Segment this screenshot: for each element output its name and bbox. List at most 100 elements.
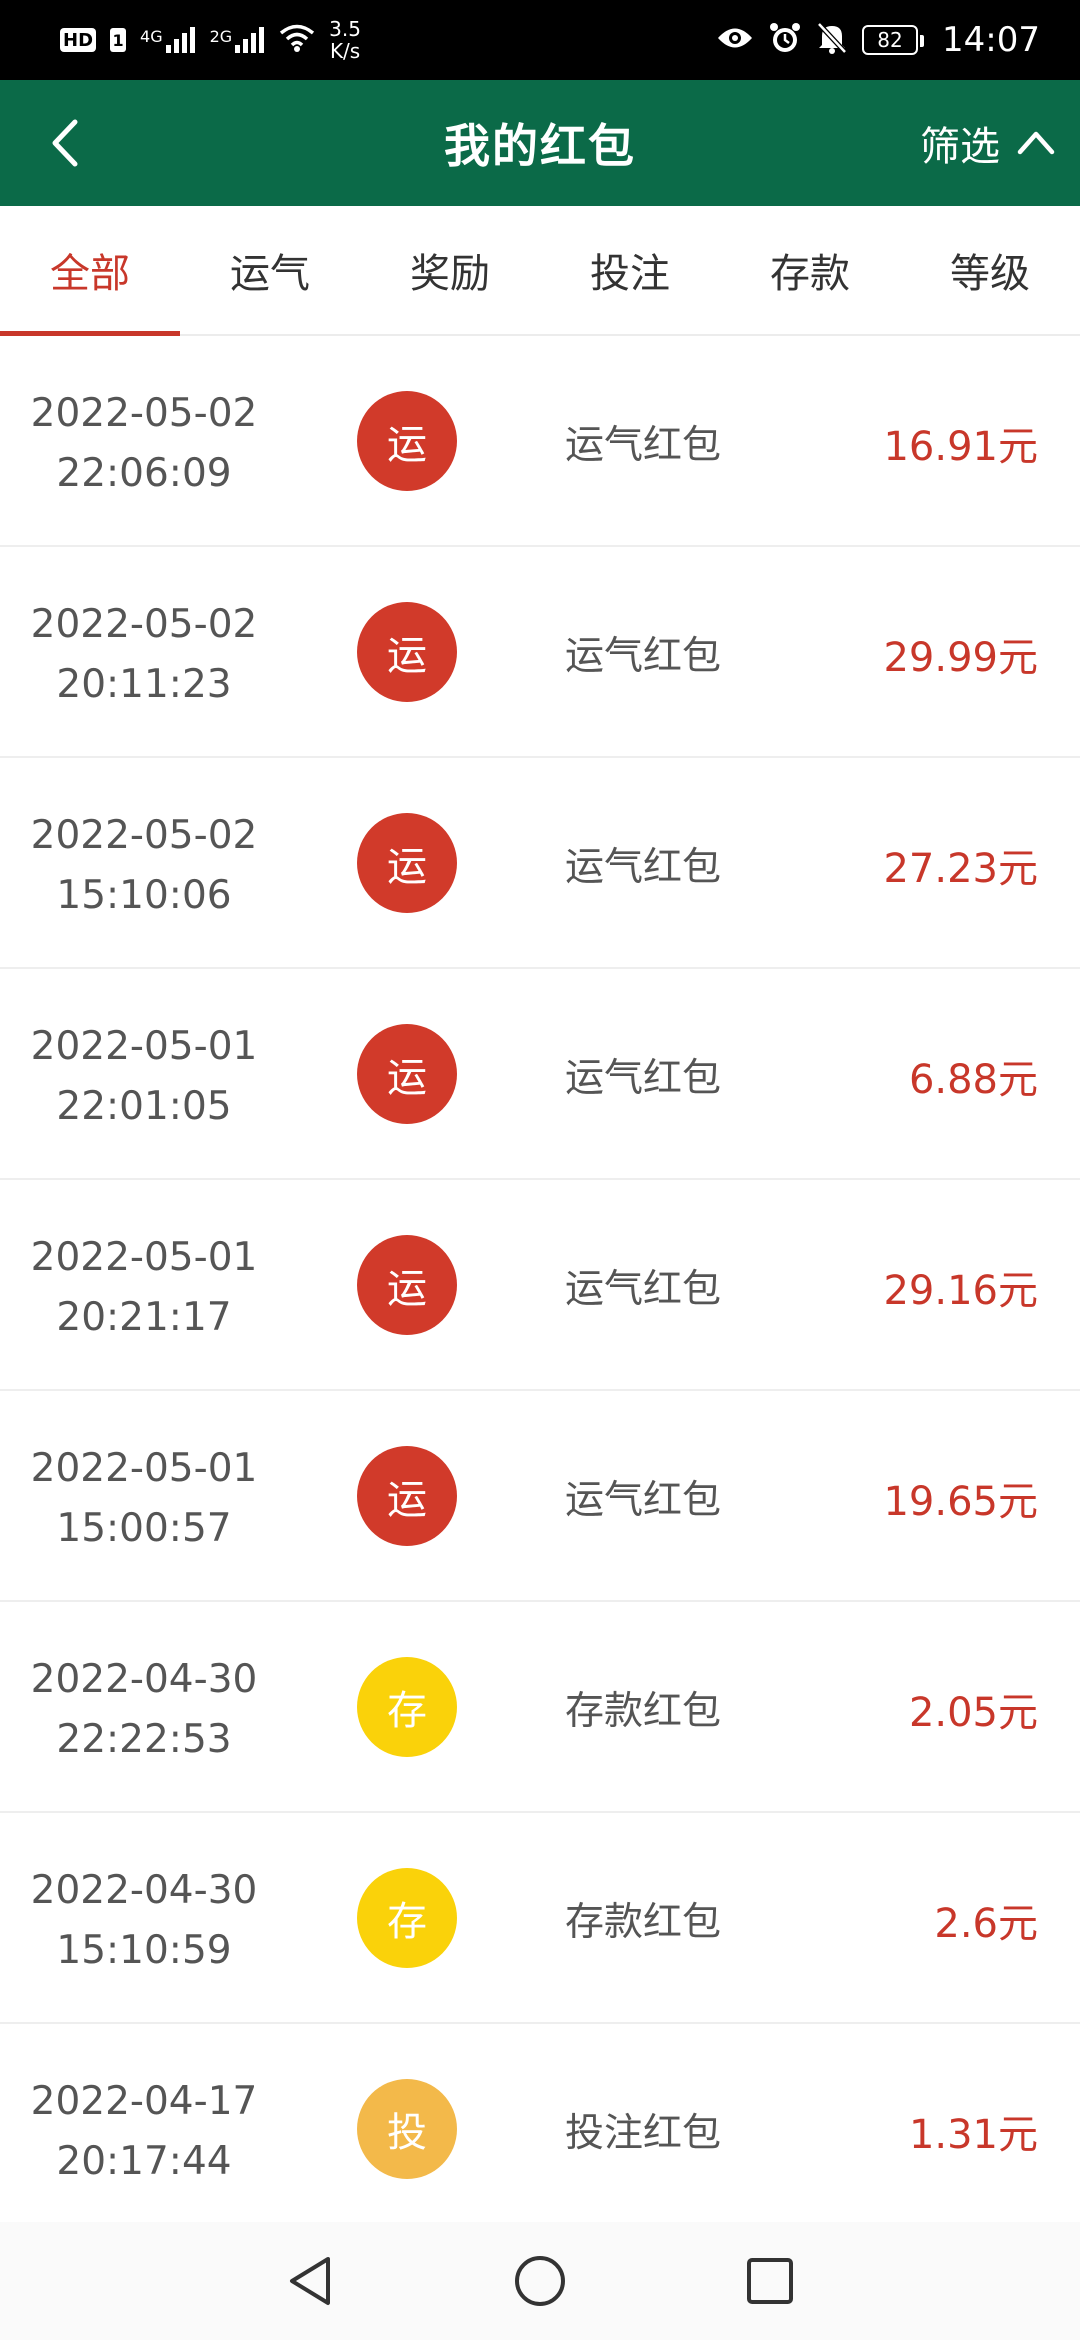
record-time: 22:22:53 bbox=[56, 1717, 232, 1762]
record-type: 存款红包 bbox=[565, 1689, 722, 1734]
record-type: 运气红包 bbox=[565, 423, 722, 468]
record-date: 2022-05-01 bbox=[30, 1235, 258, 1280]
record-datetime: 2022-04-30 15:10:59 bbox=[22, 1861, 266, 1981]
tab-5[interactable]: 等级 bbox=[900, 206, 1080, 334]
sim-icon: 1 bbox=[110, 28, 127, 52]
list-item[interactable]: 2022-05-01 22:01:05 运 运气红包 6.88元 bbox=[0, 969, 1080, 1180]
triangle-back-icon bbox=[290, 2257, 330, 2305]
app-header: 我的红包 筛选 bbox=[0, 80, 1080, 206]
record-amount: 2.6元 bbox=[934, 1901, 1038, 1947]
status-bar-right: 82 14:07 bbox=[716, 20, 1040, 60]
record-datetime: 2022-05-01 20:21:17 bbox=[22, 1228, 266, 1348]
record-time: 15:00:57 bbox=[56, 1506, 232, 1551]
record-date: 2022-04-30 bbox=[30, 1657, 258, 1702]
tab-bar: 全部 运气 奖励 投注 存款 等级 bbox=[0, 206, 1080, 336]
battery-indicator: 82 bbox=[862, 25, 925, 55]
record-time: 20:21:17 bbox=[56, 1295, 232, 1340]
list-item[interactable]: 2022-05-02 20:11:23 运 运气红包 29.99元 bbox=[0, 547, 1080, 758]
record-type: 运气红包 bbox=[565, 1267, 722, 1312]
type-badge: 运 bbox=[357, 602, 457, 702]
list-item[interactable]: 2022-04-30 22:22:53 存 存款红包 2.05元 bbox=[0, 1602, 1080, 1813]
record-amount: 1.31元 bbox=[908, 2112, 1038, 2158]
page-title: 我的红包 bbox=[444, 119, 636, 173]
system-nav-bar bbox=[0, 2222, 1080, 2340]
record-date: 2022-05-01 bbox=[30, 1446, 258, 1491]
tab-4[interactable]: 存款 bbox=[720, 206, 900, 334]
signal-2g-icon: 2G bbox=[210, 27, 266, 53]
type-badge: 运 bbox=[357, 1446, 457, 1546]
type-badge: 运 bbox=[357, 391, 457, 491]
list-item[interactable]: 2022-05-02 15:10:06 运 运气红包 27.23元 bbox=[0, 758, 1080, 969]
record-time: 15:10:59 bbox=[56, 1928, 232, 1973]
record-time: 22:01:05 bbox=[56, 1084, 232, 1129]
tab-2[interactable]: 奖励 bbox=[360, 206, 540, 334]
nav-back-button[interactable] bbox=[280, 2251, 340, 2311]
chevron-left-icon bbox=[52, 119, 78, 167]
list-item[interactable]: 2022-05-02 22:06:09 运 运气红包 16.91元 bbox=[0, 336, 1080, 547]
chevron-up-icon bbox=[1017, 131, 1055, 155]
record-date: 2022-05-02 bbox=[30, 602, 258, 647]
circle-home-icon bbox=[515, 2256, 565, 2306]
filter-button[interactable]: 筛选 bbox=[920, 108, 1056, 178]
type-badge: 投 bbox=[357, 2079, 457, 2179]
record-amount: 19.65元 bbox=[883, 1479, 1038, 1525]
record-date: 2022-04-17 bbox=[30, 2079, 258, 2124]
record-datetime: 2022-05-01 22:01:05 bbox=[22, 1017, 266, 1137]
record-date: 2022-05-02 bbox=[30, 391, 258, 436]
record-amount: 2.05元 bbox=[908, 1690, 1038, 1736]
record-amount: 29.99元 bbox=[883, 635, 1038, 681]
record-time: 20:17:44 bbox=[56, 2139, 232, 2184]
status-bar: HD 1 4G 2G 3.5 K/s 82 14:07 bbox=[0, 0, 1080, 80]
record-type: 投注红包 bbox=[565, 2111, 722, 2156]
alarm-icon bbox=[768, 21, 802, 59]
tab-3[interactable]: 投注 bbox=[540, 206, 720, 334]
status-time: 14:07 bbox=[942, 20, 1040, 60]
record-amount: 27.23元 bbox=[883, 846, 1038, 892]
type-badge: 存 bbox=[357, 1657, 457, 1757]
record-date: 2022-04-30 bbox=[30, 1868, 258, 1913]
record-type: 运气红包 bbox=[565, 1478, 722, 1523]
type-badge: 存 bbox=[357, 1868, 457, 1968]
signal-4g-icon: 4G bbox=[140, 27, 196, 53]
record-datetime: 2022-04-30 22:22:53 bbox=[22, 1650, 266, 1770]
record-datetime: 2022-05-02 15:10:06 bbox=[22, 806, 266, 926]
filter-label: 筛选 bbox=[920, 124, 1000, 170]
back-button[interactable] bbox=[30, 108, 100, 178]
screen: HD 1 4G 2G 3.5 K/s 82 14:07 我的红包 筛选 全部 运… bbox=[0, 0, 1080, 2340]
record-amount: 16.91元 bbox=[883, 424, 1038, 470]
type-badge: 运 bbox=[357, 1024, 457, 1124]
record-type: 存款红包 bbox=[565, 1900, 722, 1945]
record-time: 15:10:06 bbox=[56, 873, 232, 918]
record-type: 运气红包 bbox=[565, 845, 722, 890]
nav-home-button[interactable] bbox=[510, 2251, 570, 2311]
record-datetime: 2022-04-17 20:17:44 bbox=[22, 2072, 266, 2192]
record-type: 运气红包 bbox=[565, 1056, 722, 1101]
nav-recent-button[interactable] bbox=[740, 2251, 800, 2311]
record-time: 22:06:09 bbox=[56, 451, 232, 496]
record-type: 运气红包 bbox=[565, 634, 722, 679]
record-amount: 29.16元 bbox=[883, 1268, 1038, 1314]
hd-icon: HD bbox=[60, 28, 97, 52]
type-badge: 运 bbox=[357, 813, 457, 913]
network-speed: 3.5 K/s bbox=[329, 17, 361, 63]
bell-muted-icon bbox=[816, 21, 848, 59]
list-item[interactable]: 2022-04-30 15:10:59 存 存款红包 2.6元 bbox=[0, 1813, 1080, 2024]
record-datetime: 2022-05-01 15:00:57 bbox=[22, 1439, 266, 1559]
record-time: 20:11:23 bbox=[56, 662, 232, 707]
wifi-icon bbox=[279, 24, 315, 56]
record-datetime: 2022-05-02 22:06:09 bbox=[22, 384, 266, 504]
type-badge: 运 bbox=[357, 1235, 457, 1335]
tab-0[interactable]: 全部 bbox=[0, 206, 180, 336]
tab-1[interactable]: 运气 bbox=[180, 206, 360, 334]
record-datetime: 2022-05-02 20:11:23 bbox=[22, 595, 266, 715]
square-recent-icon bbox=[747, 2258, 793, 2304]
eye-icon bbox=[716, 25, 754, 55]
red-packet-list: 2022-05-02 22:06:09 运运气红包 16.91元 2022-05-02 2… bbox=[0, 336, 1080, 2235]
list-item[interactable]: 2022-05-01 15:00:57 运 运气红包 19.65元 bbox=[0, 1391, 1080, 1602]
record-date: 2022-05-02 bbox=[30, 813, 258, 858]
list-item[interactable]: 2022-05-01 20:21:17 运 运气红包 29.16元 bbox=[0, 1180, 1080, 1391]
list-item[interactable]: 2022-04-17 20:17:44 投 投注红包 1.31元 bbox=[0, 2024, 1080, 2235]
record-amount: 6.88元 bbox=[908, 1057, 1038, 1103]
record-date: 2022-05-01 bbox=[30, 1024, 258, 1069]
status-bar-left: HD 1 4G 2G 3.5 K/s bbox=[60, 18, 361, 62]
